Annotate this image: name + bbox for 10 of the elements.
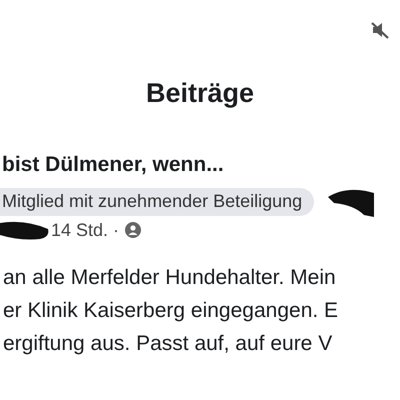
page-title: Beiträge bbox=[144, 78, 256, 109]
separator: · bbox=[113, 220, 120, 240]
post-time: 14 Std. bbox=[51, 220, 108, 240]
member-badge: Mitglied mit zunehmender Beteiligung bbox=[0, 188, 314, 216]
group-icon bbox=[124, 221, 142, 239]
redaction-mark bbox=[0, 219, 50, 241]
post-text-line: an alle Merfelder Hundehalter. Mein bbox=[3, 265, 336, 291]
group-name[interactable]: bist Dülmener, wenn... bbox=[0, 153, 400, 177]
post-text-line: er Klinik Kaiserberg eingegangen. E bbox=[3, 298, 338, 324]
post-text-line: ergiftung aus. Passt auf, auf eure V bbox=[3, 331, 332, 357]
